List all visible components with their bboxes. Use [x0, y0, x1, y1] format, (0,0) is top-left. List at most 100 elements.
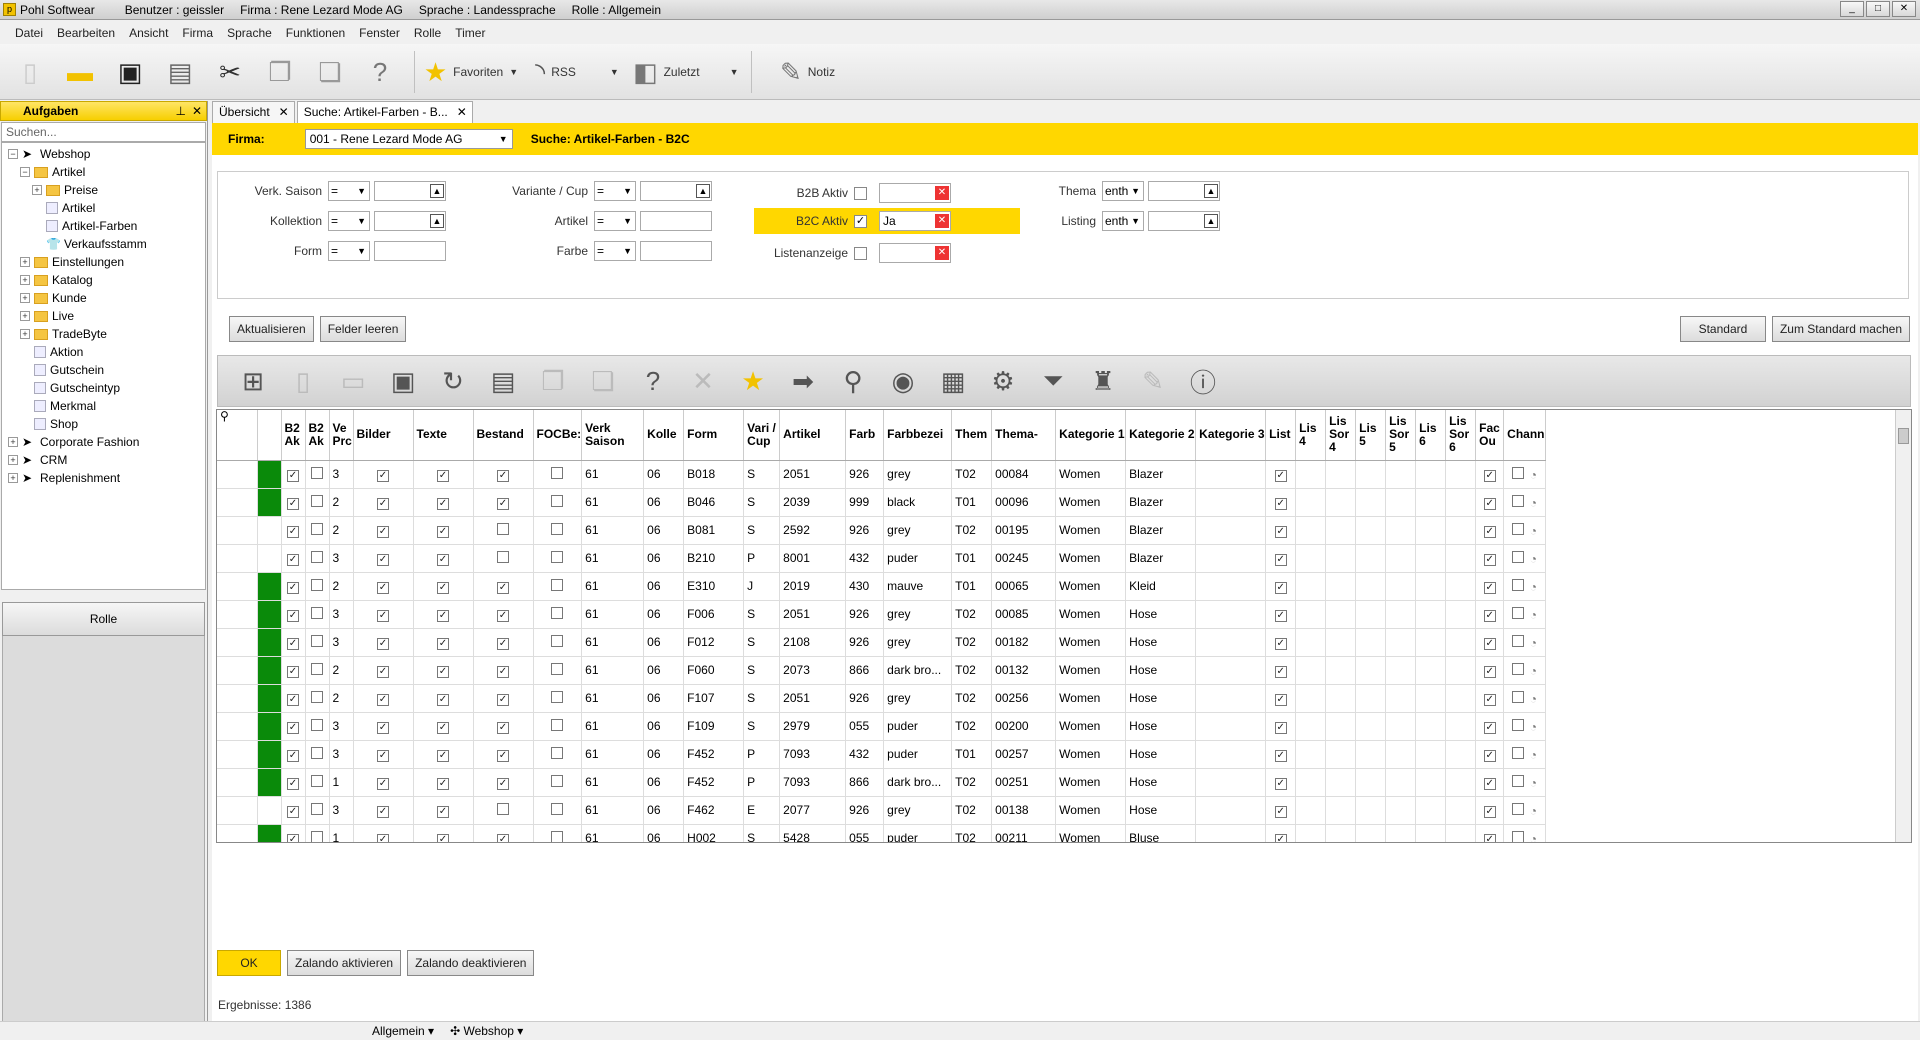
row-checkbox[interactable]	[551, 830, 564, 842]
row-checkbox[interactable]	[551, 466, 564, 479]
row-checkbox[interactable]: ✓	[377, 749, 389, 762]
row-checkbox[interactable]: ✓	[1274, 553, 1287, 566]
tree-item[interactable]: 👕 Verkaufsstamm	[2, 235, 205, 253]
row-checkbox[interactable]	[1511, 550, 1524, 563]
standard-button[interactable]: Standard	[1679, 316, 1766, 342]
row-checkbox[interactable]: ✓	[437, 693, 449, 706]
row-checkbox[interactable]: ✓	[437, 581, 449, 594]
table-row[interactable]: ✓ 2 ✓ ✓ ✓ 61 06 F107 S 2051 926 grey T02 00256 Women Ho…	[217, 684, 1546, 713]
tree-item[interactable]: + ➤ Replenishment	[2, 469, 205, 487]
menu-rolle[interactable]: Rolle	[407, 26, 448, 40]
row-checkbox[interactable]: ✓	[437, 749, 449, 762]
menu-datei[interactable]: Datei	[8, 26, 50, 40]
row-checkbox[interactable]	[311, 746, 323, 759]
zalando-deaktivieren-button[interactable]: Zalando deaktivieren	[407, 950, 535, 976]
expand-toggle-icon[interactable]: +	[8, 473, 18, 483]
tree-item[interactable]: − ➤ Webshop	[2, 145, 205, 163]
row-checkbox[interactable]: ✓	[497, 749, 509, 762]
new-button[interactable]: ▯	[8, 50, 52, 94]
expand-toggle-icon[interactable]: +	[8, 455, 18, 465]
help-icon[interactable]: ?	[628, 366, 678, 397]
row-checkbox[interactable]: ✓	[437, 609, 449, 622]
row-checkbox[interactable]: ✓	[377, 553, 389, 566]
row-checkbox[interactable]: ✓	[437, 665, 449, 678]
info-bubble-icon[interactable]: ◔	[1530, 748, 1537, 762]
row-checkbox[interactable]: ✓	[1274, 665, 1287, 678]
row-checkbox[interactable]: ✓	[1483, 721, 1496, 734]
row-checkbox[interactable]: ✓	[1274, 693, 1287, 706]
row-checkbox[interactable]	[1511, 718, 1524, 731]
row-checkbox[interactable]	[311, 522, 323, 535]
row-checkbox[interactable]	[1511, 494, 1524, 507]
row-checkbox[interactable]: ✓	[377, 609, 389, 622]
info-bubble-icon[interactable]: ◔	[1530, 552, 1537, 566]
form-input[interactable]	[374, 241, 446, 261]
row-checkbox[interactable]	[311, 466, 323, 479]
lookup-icon[interactable]: ▲	[430, 184, 444, 198]
row-checkbox[interactable]	[311, 774, 323, 787]
column-header[interactable]: Lis 5	[1355, 410, 1387, 461]
expand-toggle-icon[interactable]: +	[20, 329, 30, 339]
row-checkbox[interactable]	[551, 690, 564, 703]
row-checkbox[interactable]	[311, 578, 323, 591]
tab-suche-artikel-farben[interactable]: Suche: Artikel-Farben - B... ✕	[296, 101, 473, 123]
info-bubble-icon[interactable]: ◔	[1530, 720, 1537, 734]
felder-leeren-button[interactable]: Felder leeren	[319, 316, 407, 342]
column-header[interactable]: Bilder	[353, 410, 414, 461]
agent-icon[interactable]: ♜	[1078, 366, 1128, 397]
row-checkbox[interactable]: ✓	[1274, 721, 1287, 734]
table-row[interactable]: ✓ 3 ✓ ✓ 61 06 B210 P 8001 432 puder T01 00245 Women Bl…	[217, 544, 1546, 573]
column-header[interactable]: Kategorie 1	[1055, 410, 1127, 461]
row-checkbox[interactable]	[551, 578, 564, 591]
close-icon[interactable]: ✕	[279, 102, 289, 122]
row-checkbox[interactable]: ✓	[287, 777, 299, 790]
row-checkbox[interactable]: ✓	[287, 721, 299, 734]
info-bubble-icon[interactable]: ◔	[1530, 496, 1537, 510]
thema-operator[interactable]: enth ▼	[1102, 181, 1144, 201]
menu-sprache[interactable]: Sprache	[220, 26, 279, 40]
row-selector[interactable]	[217, 600, 258, 629]
clear-icon[interactable]: ✕	[935, 186, 949, 200]
table-row[interactable]: ✓ 3 ✓ ✓ ✓ 61 06 B018 S 2051 926 grey T02 00084 Women Bl…	[217, 460, 1546, 489]
row-checkbox[interactable]: ✓	[287, 749, 299, 762]
copy-button[interactable]: ❐	[258, 50, 302, 94]
expand-toggle-icon[interactable]: +	[8, 437, 18, 447]
row-checkbox[interactable]: ✓	[1274, 833, 1287, 842]
row-checkbox[interactable]: ✓	[287, 469, 299, 482]
column-header[interactable]: B2 Ak	[305, 410, 330, 461]
table-row[interactable]: ✓ 2 ✓ ✓ ✓ 61 06 E310 J 2019 430 mauve T01 00065 Women K…	[217, 572, 1546, 601]
row-checkbox[interactable]: ✓	[287, 693, 299, 706]
row-checkbox[interactable]	[1511, 606, 1524, 619]
column-header[interactable]: Thema-	[991, 410, 1057, 461]
row-checkbox[interactable]: ✓	[497, 469, 509, 482]
row-checkbox[interactable]: ✓	[1483, 749, 1496, 762]
table-row[interactable]: ✓ 3 ✓ ✓ ✓ 61 06 F452 P 7093 432 puder T01 00257 Women H…	[217, 740, 1546, 769]
row-checkbox[interactable]: ✓	[437, 553, 449, 566]
b2c-aktiv-checkbox[interactable]: ✓	[854, 214, 867, 228]
row-checkbox[interactable]: ✓	[287, 525, 299, 538]
row-checkbox[interactable]: ✓	[1483, 637, 1496, 650]
menu-ansicht[interactable]: Ansicht	[122, 26, 175, 40]
row-checkbox[interactable]: ✓	[497, 581, 509, 594]
column-header[interactable]: Texte	[413, 410, 474, 461]
row-checkbox[interactable]: ✓	[497, 637, 509, 650]
column-header[interactable]: Farb	[845, 410, 885, 461]
row-checkbox[interactable]: ✓	[287, 581, 299, 594]
row-checkbox[interactable]: ✓	[437, 805, 449, 818]
tree-item[interactable]: + Kunde	[2, 289, 205, 307]
tree-item[interactable]: Merkmal	[2, 397, 205, 415]
column-header[interactable]: Bestand	[473, 410, 534, 461]
row-checkbox[interactable]: ✓	[287, 665, 299, 678]
tree-item[interactable]: + ➤ Corporate Fashion	[2, 433, 205, 451]
row-checkbox[interactable]: ✓	[377, 805, 389, 818]
row-checkbox[interactable]	[1511, 802, 1524, 815]
row-checkbox[interactable]	[311, 802, 323, 815]
row-checkbox[interactable]: ✓	[497, 693, 509, 706]
expand-toggle-icon[interactable]: +	[20, 293, 30, 303]
menu-fenster[interactable]: Fenster	[352, 26, 407, 40]
row-checkbox[interactable]	[551, 494, 564, 507]
row-checkbox[interactable]: ✓	[437, 637, 449, 650]
row-checkbox[interactable]: ✓	[1274, 609, 1287, 622]
save-icon[interactable]: ▣	[378, 366, 428, 397]
close-button[interactable]: ✕	[1892, 1, 1916, 17]
